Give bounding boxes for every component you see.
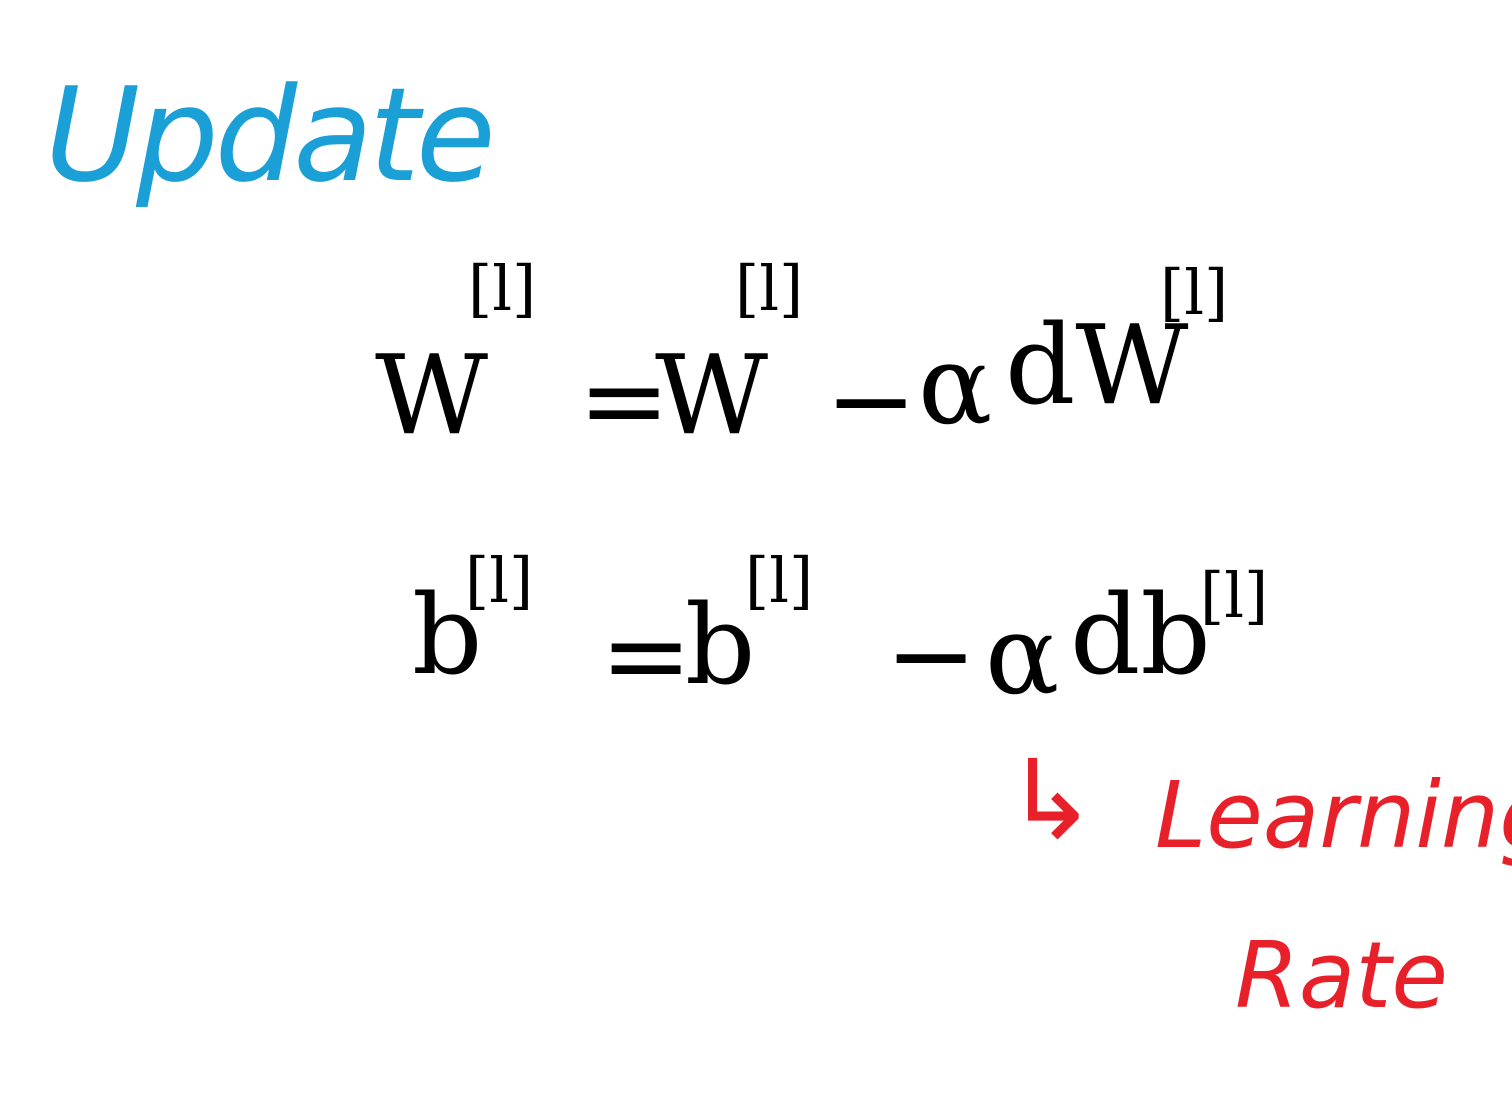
eq1-alpha: α [918, 321, 993, 449]
eq1-rhs-term: W [655, 331, 769, 459]
arrow-icon: ↳ [1005, 736, 1098, 864]
annotation-line2: Rate [1235, 922, 1448, 1029]
eq1-lhs-superscript: [l] [468, 252, 537, 325]
eq2-gradient: db [1070, 571, 1211, 699]
eq2-rhs-superscript: [l] [745, 544, 814, 617]
eq1-minus: − [825, 336, 918, 464]
annotation-line1: Learning [1155, 762, 1512, 869]
eq2-equals: = [600, 591, 693, 719]
eq1-gradient-superscript: [l] [1160, 256, 1229, 329]
eq2-alpha: α [985, 591, 1060, 719]
eq2-gradient-superscript: [l] [1200, 559, 1269, 632]
eq2-lhs-superscript: [l] [465, 544, 534, 617]
title-update: Update [45, 59, 496, 211]
eq1-rhs-superscript: [l] [735, 252, 804, 325]
eq1-lhs: W [375, 331, 489, 459]
eq2-minus: − [885, 591, 978, 719]
